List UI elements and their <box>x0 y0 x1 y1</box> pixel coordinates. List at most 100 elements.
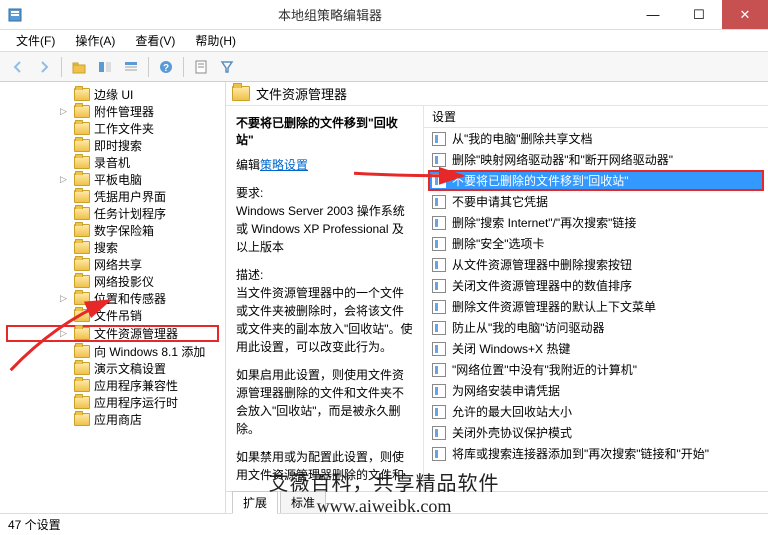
settings-list[interactable]: 从"我的电脑"删除共享文档删除"映射网络驱动器"和"断开网络驱动器" 不要将已删除… <box>424 128 768 491</box>
filter-button[interactable] <box>215 55 239 79</box>
folder-icon <box>74 327 90 340</box>
maximize-button[interactable]: ☐ <box>676 0 722 29</box>
tree-item[interactable]: 网络共享 <box>0 256 225 273</box>
setting-row[interactable]: 允许的最大回收站大小 <box>424 401 768 422</box>
tree-item[interactable]: ▷ 文件资源管理器 <box>6 325 219 342</box>
tree-item[interactable]: 演示文稿设置 <box>0 360 225 377</box>
setting-label: 关闭 Windows+X 热键 <box>452 340 570 357</box>
up-button[interactable] <box>67 55 91 79</box>
policy-icon <box>432 195 446 209</box>
setting-row[interactable]: 删除"映射网络驱动器"和"断开网络驱动器" <box>424 149 768 170</box>
tree-item[interactable]: ▷附件管理器 <box>0 103 225 120</box>
tree-item[interactable]: 边缘 UI <box>0 86 225 103</box>
tree-item-label: 任务计划程序 <box>94 205 166 222</box>
setting-row[interactable]: "网络位置"中没有"我附近的计算机" <box>424 359 768 380</box>
menu-file[interactable]: 文件(F) <box>8 30 63 51</box>
view-tabs: 扩展 标准 <box>226 491 768 513</box>
tree-item[interactable]: 工作文件夹 <box>0 120 225 137</box>
window-controls: — ☐ ✕ <box>630 0 768 29</box>
policy-icon <box>432 258 446 272</box>
setting-row[interactable]: 删除文件资源管理器的默认上下文菜单 <box>424 296 768 317</box>
setting-row[interactable]: 防止从"我的电脑"访问驱动器 <box>424 317 768 338</box>
column-header-setting[interactable]: 设置 <box>424 106 768 128</box>
tree-item-label: 演示文稿设置 <box>94 360 166 377</box>
setting-label: 允许的最大回收站大小 <box>452 403 572 420</box>
setting-label: 防止从"我的电脑"访问驱动器 <box>452 319 605 336</box>
content-title: 文件资源管理器 <box>256 84 347 103</box>
setting-row[interactable]: 关闭文件资源管理器中的数值排序 <box>424 275 768 296</box>
view-detail-button[interactable] <box>119 55 143 79</box>
setting-row[interactable]: 删除"搜索 Internet"/"再次搜索"链接 <box>424 212 768 233</box>
tree-item-label: 搜索 <box>94 239 118 256</box>
forward-button[interactable] <box>32 55 56 79</box>
tree-item-label: 应用商店 <box>94 411 142 428</box>
setting-label: "网络位置"中没有"我附近的计算机" <box>452 361 637 378</box>
setting-row[interactable]: 删除"安全"选项卡 <box>424 233 768 254</box>
expand-icon[interactable]: ▷ <box>60 293 70 304</box>
tree-item[interactable]: 文件吊销 <box>0 307 225 324</box>
setting-label: 关闭文件资源管理器中的数值排序 <box>452 277 632 294</box>
tree-item[interactable]: 即时搜索 <box>0 137 225 154</box>
tree-item[interactable]: ▷ 平板电脑 <box>0 171 225 188</box>
setting-row[interactable]: 从"我的电脑"删除共享文档 <box>424 128 768 149</box>
view-list-button[interactable] <box>93 55 117 79</box>
setting-row[interactable]: 关闭 Windows+X 热键 <box>424 338 768 359</box>
svg-text:?: ? <box>163 63 169 74</box>
expand-icon[interactable]: ▷ <box>60 174 70 185</box>
tree-item[interactable]: ▷位置和传感器 <box>0 290 225 307</box>
expand-icon[interactable]: ▷ <box>60 328 70 339</box>
setting-label: 不要申请其它凭据 <box>452 193 548 210</box>
folder-icon <box>74 88 90 101</box>
tree-item[interactable]: 应用程序兼容性 <box>0 377 225 394</box>
tree-item[interactable]: 任务计划程序 <box>0 205 225 222</box>
tree-item[interactable]: 应用商店 <box>0 411 225 428</box>
window-title: 本地组策略编辑器 <box>30 5 630 24</box>
tree-item[interactable]: 数字保险箱 <box>0 222 225 239</box>
tree-item[interactable]: 应用程序运行时 <box>0 394 225 411</box>
menu-view[interactable]: 查看(V) <box>127 30 183 51</box>
tree-item[interactable]: 凭据用户界面 <box>0 188 225 205</box>
setting-row[interactable]: 不要申请其它凭据 <box>424 191 768 212</box>
policy-icon <box>432 132 446 146</box>
policy-title: 不要将已删除的文件移到"回收站" <box>236 114 413 148</box>
folder-icon <box>74 275 90 288</box>
edit-policy-link[interactable]: 策略设置 <box>260 158 308 172</box>
tree-item-label: 平板电脑 <box>94 171 142 188</box>
expand-icon[interactable]: ▷ <box>60 106 70 117</box>
policy-icon <box>432 321 446 335</box>
tree-item-label: 文件吊销 <box>94 307 142 324</box>
tree-item[interactable]: 网络投影仪 <box>0 273 225 290</box>
menubar: 文件(F) 操作(A) 查看(V) 帮助(H) <box>0 30 768 52</box>
folder-icon <box>74 241 90 254</box>
help-button[interactable]: ? <box>154 55 178 79</box>
menu-help[interactable]: 帮助(H) <box>187 30 244 51</box>
setting-row[interactable]: 不要将已删除的文件移到"回收站" <box>428 170 764 191</box>
setting-label: 从文件资源管理器中删除搜索按钮 <box>452 256 632 273</box>
app-icon <box>0 7 30 23</box>
setting-row[interactable]: 从文件资源管理器中删除搜索按钮 <box>424 254 768 275</box>
tree-item-label: 文件资源管理器 <box>94 325 178 342</box>
setting-row[interactable]: 为网络安装申请凭据 <box>424 380 768 401</box>
setting-row[interactable]: 将库或搜索连接器添加到"再次搜索"链接和"开始" <box>424 443 768 464</box>
tree-item-label: 应用程序兼容性 <box>94 377 178 394</box>
tree-item[interactable]: 搜索 <box>0 239 225 256</box>
policy-icon <box>432 279 446 293</box>
properties-button[interactable] <box>189 55 213 79</box>
setting-label: 不要将已删除的文件移到"回收站" <box>452 172 629 189</box>
close-button[interactable]: ✕ <box>722 0 768 29</box>
tree-pane[interactable]: 边缘 UI▷附件管理器工作文件夹即时搜索录音机 ▷ 平板电脑凭据用户界面任务计划程序… <box>0 82 226 513</box>
tree-item-label: 工作文件夹 <box>94 120 154 137</box>
folder-icon <box>74 139 90 152</box>
status-bar: 47 个设置 <box>0 513 768 535</box>
tab-standard[interactable]: 标准 <box>280 491 326 513</box>
menu-action[interactable]: 操作(A) <box>67 30 123 51</box>
setting-row[interactable]: 关闭外壳协议保护模式 <box>424 422 768 443</box>
folder-icon <box>74 292 90 305</box>
tab-extended[interactable]: 扩展 <box>232 491 278 514</box>
back-button[interactable] <box>6 55 30 79</box>
tree-item[interactable]: 向 Windows 8.1 添加 <box>0 343 225 360</box>
policy-icon <box>432 300 446 314</box>
minimize-button[interactable]: — <box>630 0 676 29</box>
setting-label: 删除文件资源管理器的默认上下文菜单 <box>452 298 656 315</box>
tree-item[interactable]: 录音机 <box>0 154 225 171</box>
